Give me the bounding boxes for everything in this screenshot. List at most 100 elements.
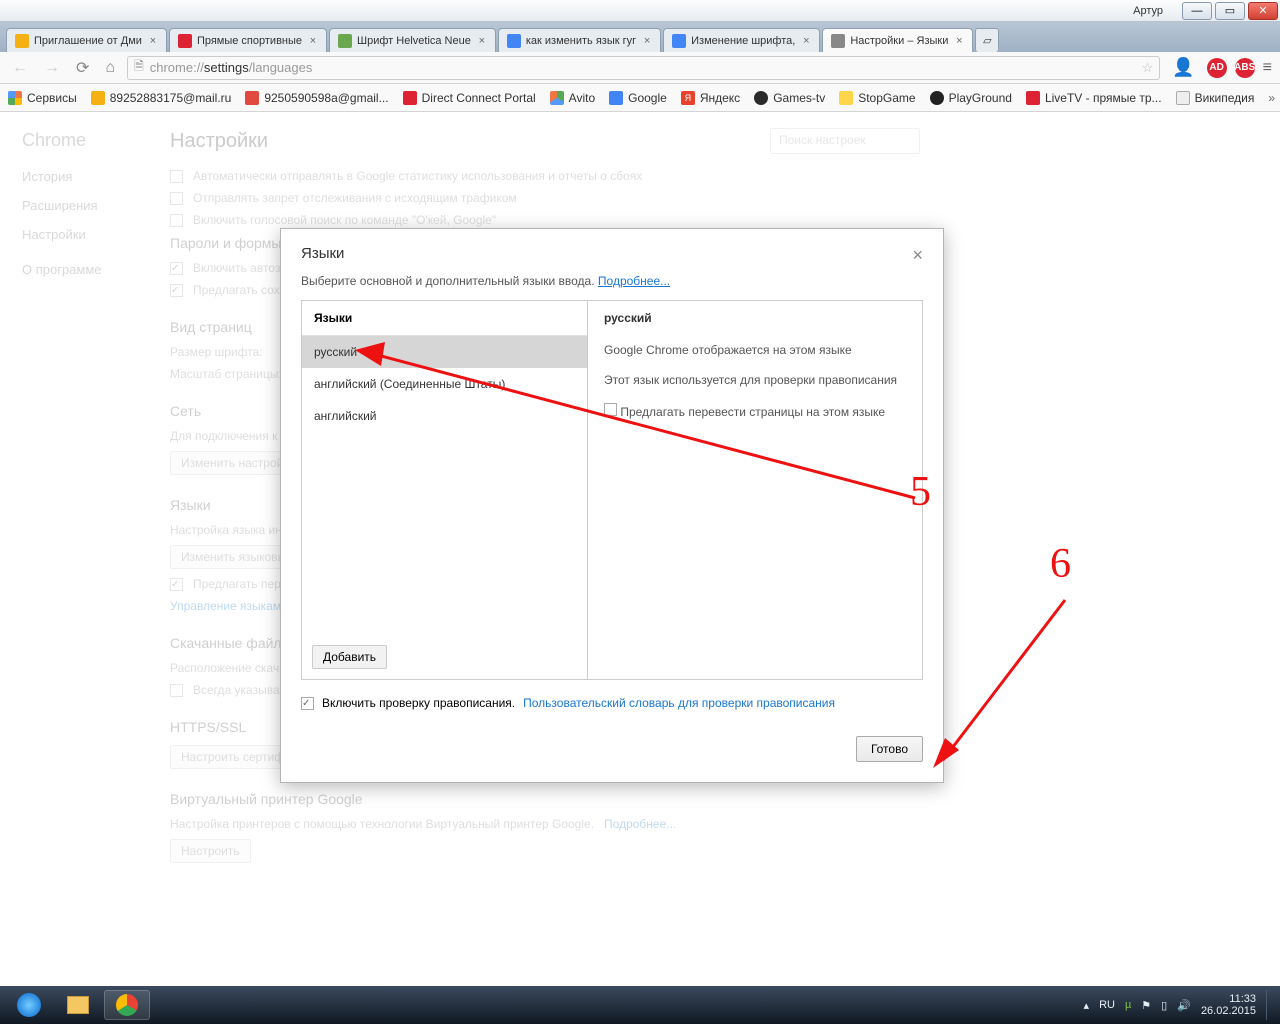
offer-translate-checkbox[interactable] [604,403,617,416]
home-button[interactable]: ⌂ [101,57,119,79]
browser-tab[interactable]: Прямые спортивные × [169,28,327,52]
tab-label: Шрифт Helvetica Neue [357,35,471,47]
sidebar-item-history[interactable]: История [22,169,140,184]
apps-button[interactable]: Сервисы [8,91,77,105]
reload-button[interactable]: ⟳ [72,56,93,80]
minimize-button[interactable]: — [1182,2,1212,20]
cloudprint-button[interactable]: Настроить [170,839,251,863]
checkbox[interactable] [170,214,183,227]
tab-close-icon[interactable]: × [642,35,652,47]
tab-close-icon[interactable]: × [477,35,487,47]
show-desktop-button[interactable] [1266,990,1274,1020]
tab-label: Настройки – Языки [850,35,948,47]
close-window-button[interactable]: ✕ [1248,2,1278,20]
bookmark-item[interactable]: ЯЯндекс [681,91,740,105]
tab-close-icon[interactable]: × [308,35,318,47]
adblock-icon[interactable]: AD [1207,58,1227,78]
page-title: Настройки [170,130,1250,153]
bookmark-item[interactable]: 89252883175@mail.ru [91,91,232,105]
bookmark-item[interactable]: Games-tv [754,91,825,105]
option-label: Автоматически отправлять в Google статис… [193,169,642,183]
favicon-icon [672,34,686,48]
sidebar-item-settings[interactable]: Настройки [22,227,140,242]
back-button[interactable]: ← [8,57,32,79]
checkbox[interactable] [170,284,183,297]
explorer-taskbar-button[interactable] [55,990,101,1020]
field-label: Размер шрифта: [170,345,263,359]
sidebar-item-about[interactable]: О программе [22,262,140,277]
tray-network-icon[interactable]: ▯ [1161,999,1167,1012]
address-bar[interactable]: 🗎 chrome://settings/languages ☆ [127,56,1160,80]
custom-dictionary-link[interactable]: Пользовательский словарь для проверки пр… [523,696,835,710]
bookmark-item[interactable]: LiveTV - прямые тр... [1026,91,1162,105]
bookmark-item[interactable]: Avito [550,91,595,105]
tray-action-center-icon[interactable]: ⚑ [1141,999,1151,1012]
settings-sidebar: Chrome История Расширения Настройки О пр… [0,112,140,986]
done-button[interactable]: Готово [856,736,923,762]
browser-tab[interactable]: Изменение шрифта, × [663,28,820,52]
favicon-icon [930,91,944,105]
browser-tab[interactable]: Приглашение от Дми× [6,28,167,52]
url-scheme: chrome:// [150,60,204,75]
tab-label: Прямые спортивные [197,35,302,47]
languages-box: Языки русский английский (Соединенные Шт… [301,300,923,680]
favicon-icon [338,34,352,48]
enable-spellcheck-checkbox[interactable] [301,697,314,710]
bookmark-item[interactable]: PlayGround [930,91,1012,105]
chrome-taskbar-button[interactable] [104,990,150,1020]
bookmark-item[interactable]: 9250590598a@gmail... [245,91,388,105]
bookmarks-overflow-button[interactable]: » [1268,91,1275,105]
tray-utorrent-icon[interactable]: µ [1125,999,1131,1011]
field-label: Расположение скачи [170,661,286,675]
user-button[interactable]: 👤 [1168,55,1198,80]
checkbox[interactable] [170,192,183,205]
favicon-icon [507,34,521,48]
manage-languages-link[interactable]: Управление языками [170,599,288,613]
checkbox[interactable] [170,684,183,697]
chrome-icon [116,994,138,1016]
language-item-russian[interactable]: русский [302,336,587,368]
adblock-abs-icon[interactable]: ABS [1235,58,1255,78]
bookmarks-bar: Сервисы 89252883175@mail.ru 9250590598a@… [0,84,1280,112]
bookmark-star-icon[interactable]: ☆ [1142,60,1154,76]
bookmark-item[interactable]: Google [609,91,667,105]
url-path: /languages [249,60,313,75]
checkbox[interactable] [170,578,183,591]
bookmark-item[interactable]: Direct Connect Portal [403,91,536,105]
add-language-button[interactable]: Добавить [312,645,387,669]
browser-tab[interactable]: как изменить язык гуг× [498,28,661,52]
tab-label: Изменение шрифта, [691,35,795,47]
taskbar-clock[interactable]: 11:33 26.02.2015 [1201,993,1256,1017]
language-item-english[interactable]: английский [302,400,587,432]
tab-close-icon[interactable]: × [801,35,811,47]
input-language-indicator[interactable]: RU [1099,999,1115,1011]
new-tab-button[interactable]: ▱ [975,28,999,52]
start-button[interactable] [6,990,52,1020]
page-icon: 🗎 [134,57,144,78]
tab-close-icon[interactable]: × [954,35,964,47]
browser-tab-active[interactable]: Настройки – Языки × [822,28,973,52]
checkbox[interactable] [170,262,183,275]
maximize-button[interactable]: ▭ [1215,2,1245,20]
sidebar-item-extensions[interactable]: Расширения [22,198,140,213]
bookmark-item[interactable]: Википедия [1176,91,1255,105]
modal-close-button[interactable]: × [912,245,923,266]
tray-expand-icon[interactable]: ▴ [1084,999,1090,1012]
bookmark-item[interactable]: StopGame [839,91,915,105]
learn-more-link[interactable]: Подробнее... [604,817,676,831]
tab-close-icon[interactable]: × [148,35,158,47]
apps-grid-icon [8,91,22,105]
tray-volume-icon[interactable]: 🔊 [1177,999,1191,1012]
learn-more-link[interactable]: Подробнее... [598,274,670,288]
forward-button[interactable]: → [40,57,64,79]
favicon-icon [609,91,623,105]
chrome-menu-button[interactable]: ≡ [1263,59,1272,77]
settings-search-input[interactable]: Поиск настроек [770,128,920,154]
option-label: Включить голосовой поиск по команде "О'к… [193,213,496,227]
windows-logo-icon [17,993,41,1017]
language-item-english-us[interactable]: английский (Соединенные Штаты) [302,368,587,400]
windows-user: Артур [1125,3,1171,19]
browser-tab[interactable]: Шрифт Helvetica Neue × [329,28,496,52]
checkbox[interactable] [170,170,183,183]
favicon-icon [839,91,853,105]
